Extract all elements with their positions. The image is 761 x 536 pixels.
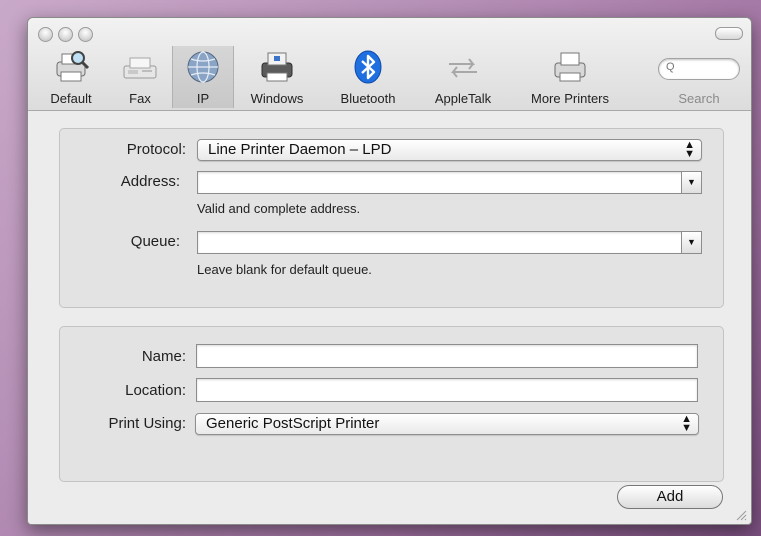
toolbar-item-label: Default: [50, 91, 92, 106]
fax-icon: [123, 57, 157, 79]
toolbar-item-label: Bluetooth: [340, 91, 396, 106]
toolbar-item-bluetooth[interactable]: Bluetooth: [326, 46, 410, 108]
toolbar-item-more-printers[interactable]: More Printers: [514, 46, 626, 108]
connection-group: Protocol: Line Printer Daemon – LPD ▲ ▼ A…: [59, 128, 724, 308]
protocol-label: Protocol:: [126, 141, 186, 158]
toolbar-item-label: Fax: [129, 91, 151, 106]
toolbar-toggle-button[interactable]: [715, 27, 743, 40]
resize-grip-icon[interactable]: [735, 509, 747, 521]
print-using-value: Generic PostScript Printer: [206, 415, 380, 432]
location-label: Location:: [125, 382, 186, 399]
toolbar-item-fax[interactable]: Fax: [116, 46, 164, 108]
address-field[interactable]: ▼: [197, 171, 702, 194]
popup-arrows-icon: ▲ ▼: [681, 413, 692, 434]
address-dropdown-button[interactable]: ▼: [681, 172, 701, 193]
location-field[interactable]: [196, 378, 698, 402]
queue-hint: Leave blank for default queue.: [197, 262, 372, 277]
print-using-label: Print Using:: [108, 415, 186, 432]
toolbar-item-default[interactable]: Default: [30, 46, 112, 108]
close-button[interactable]: [38, 27, 53, 42]
print-using-popup[interactable]: Generic PostScript Printer ▲ ▼: [195, 413, 699, 435]
protocol-value: Line Printer Daemon – LPD: [208, 141, 392, 158]
title-bar: Default Fax IP Windows Bluetooth AppleTa…: [28, 18, 751, 111]
search-input[interactable]: Q: [658, 58, 740, 80]
zoom-button[interactable]: [78, 27, 93, 42]
search-label: Search: [678, 91, 720, 106]
toolbar-item-appletalk[interactable]: AppleTalk: [418, 46, 508, 108]
printer-icon: [554, 52, 586, 82]
bluetooth-icon: [354, 50, 382, 84]
add-printer-window: Default Fax IP Windows Bluetooth AppleTa…: [27, 17, 752, 525]
toolbar-item-label: IP: [196, 91, 210, 106]
queue-field[interactable]: ▼: [197, 231, 702, 254]
toolbar-item-label: More Printers: [530, 91, 610, 106]
queue-label: Queue:: [130, 233, 180, 250]
address-label: Address:: [120, 173, 180, 190]
toolbar: Default Fax IP Windows Bluetooth AppleTa…: [28, 46, 751, 108]
toolbar-item-label: Windows: [250, 91, 304, 106]
minimize-button[interactable]: [58, 27, 73, 42]
printer-details-group: Name: Location: Print Using: Generic Pos…: [59, 326, 724, 482]
queue-dropdown-button[interactable]: ▼: [681, 232, 701, 253]
printer-windows-icon: [261, 52, 293, 82]
appletalk-arrows-icon: [449, 58, 477, 78]
name-label: Name:: [141, 348, 186, 365]
search-icon: Q: [666, 61, 675, 73]
address-hint: Valid and complete address.: [197, 201, 361, 216]
toolbar-item-label: AppleTalk: [434, 91, 492, 106]
protocol-popup[interactable]: Line Printer Daemon – LPD ▲ ▼: [197, 139, 702, 161]
popup-arrows-icon: ▲ ▼: [684, 139, 695, 160]
printer-magnifier-icon: [56, 51, 90, 82]
add-button[interactable]: Add: [617, 485, 723, 509]
name-field[interactable]: [196, 344, 698, 368]
globe-icon: [187, 51, 219, 83]
toolbar-item-windows[interactable]: Windows: [238, 46, 316, 108]
toolbar-item-ip[interactable]: IP: [172, 46, 234, 108]
